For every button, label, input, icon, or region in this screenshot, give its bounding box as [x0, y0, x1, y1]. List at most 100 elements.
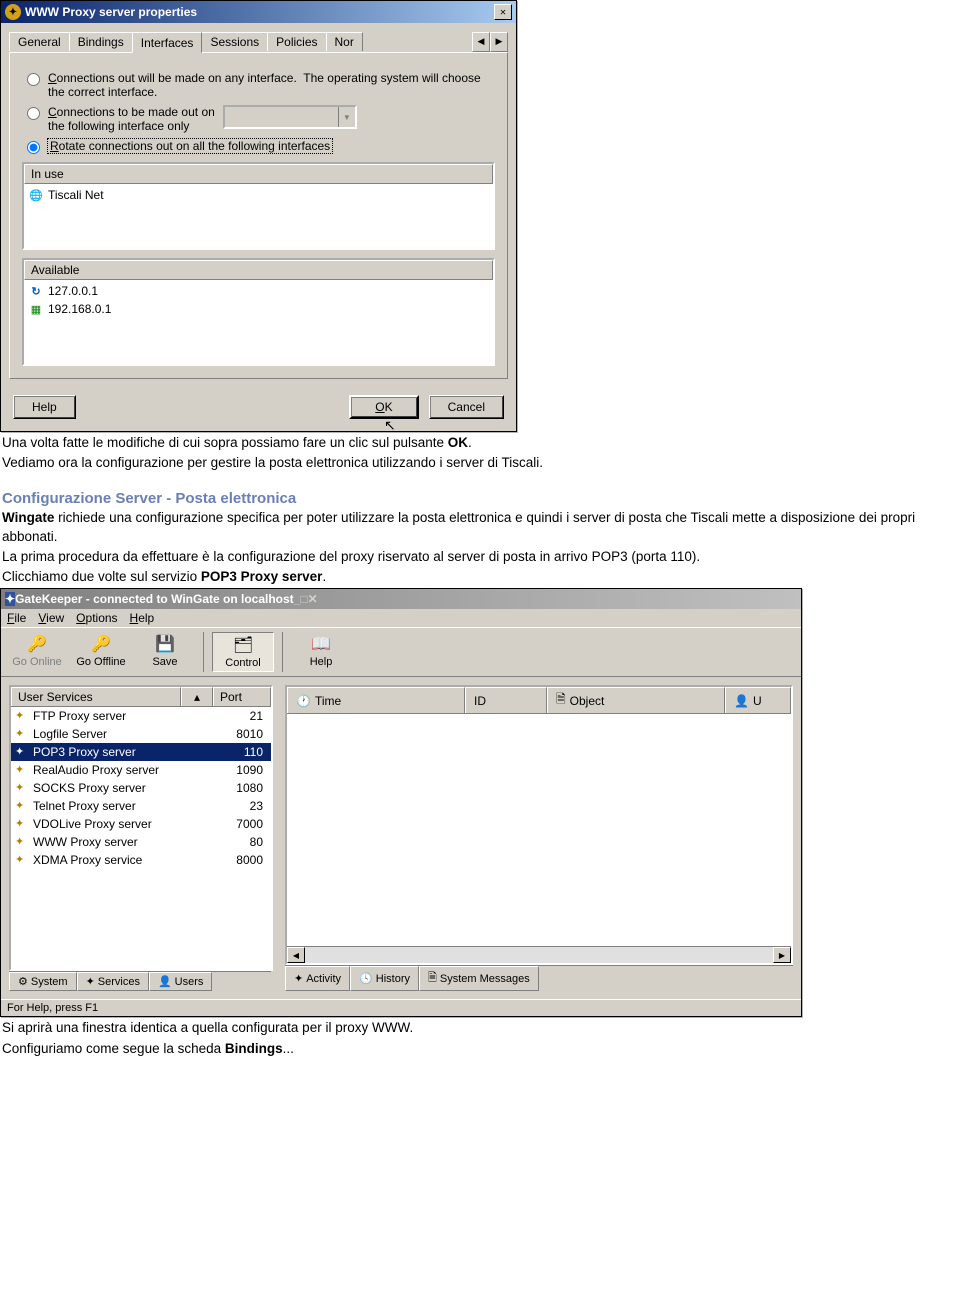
paragraph: Vediamo ora la configurazione per gestir… [2, 454, 958, 472]
radio-any-interface-input[interactable] [27, 73, 40, 86]
go-online-button[interactable]: 🔑 Go Online [7, 632, 67, 672]
tab-services[interactable]: ✦Services [77, 972, 149, 991]
service-row[interactable]: ✦ WWW Proxy server80 [11, 833, 271, 851]
paragraph: La prima procedura da effettuare è la co… [2, 548, 958, 566]
tab-policies[interactable]: Policies [267, 32, 326, 51]
right-bottom-tabs: ✦Activity 🕓History 🗎System Messages [285, 965, 793, 991]
help-button[interactable]: Help [13, 395, 76, 419]
service-port: 80 [219, 835, 267, 849]
go-offline-button[interactable]: 🔑 Go Offline [71, 632, 131, 672]
list-item[interactable]: ▦ 192.168.0.1 [26, 300, 491, 318]
service-row[interactable]: ✦RealAudio Proxy server1090 [11, 761, 271, 779]
app-icon: ✦ [5, 592, 15, 606]
service-icon: ✦ [15, 781, 29, 795]
scroll-left-icon[interactable]: ◀ [287, 947, 305, 963]
col-time[interactable]: 🕐Time [287, 687, 465, 713]
section-heading: Configurazione Server - Posta elettronic… [2, 490, 958, 507]
key-red-icon: 🔑 [91, 634, 111, 654]
dialog-buttons: Help OK↖ Cancel [1, 387, 516, 431]
service-port: 7000 [219, 817, 267, 831]
ok-button[interactable]: OK↖ [349, 395, 418, 419]
scroll-right-icon[interactable]: ▶ [773, 947, 791, 963]
key-icon: 🔑 [27, 634, 47, 654]
tab-interfaces[interactable]: Interfaces [132, 32, 203, 53]
service-row[interactable]: ✦XDMA Proxy service8000 [11, 851, 271, 869]
horizontal-scrollbar[interactable]: ◀ ▶ [287, 946, 791, 963]
col-id[interactable]: ID [465, 687, 547, 713]
service-name: WWW Proxy server [33, 835, 219, 849]
doc-icon: 🗎 [428, 969, 437, 988]
service-icon: ✦ [15, 817, 29, 831]
service-name: Logfile Server [33, 727, 219, 741]
service-row[interactable]: ✦Logfile Server8010 [11, 725, 271, 743]
tab-sessions[interactable]: Sessions [201, 32, 268, 51]
globe-icon: 🌐 [28, 187, 44, 203]
col-user[interactable]: 👤U [725, 687, 791, 713]
radio-rotate-interfaces-input[interactable] [27, 141, 40, 154]
left-bottom-tabs: ⚙System ✦Services 👤Users [9, 971, 271, 991]
chevron-down-icon[interactable]: ▼ [338, 107, 355, 127]
radio-single-interface-input[interactable] [27, 107, 40, 120]
service-icon: ✦ [15, 835, 29, 849]
control-button[interactable]: 🗂 Control [212, 632, 274, 672]
service-port: 8010 [219, 727, 267, 741]
tab-system[interactable]: ⚙System [9, 972, 77, 991]
close-icon[interactable]: ✕ [494, 4, 512, 20]
service-row[interactable]: ✦POP3 Proxy server110 [11, 743, 271, 761]
single-interface-dropdown[interactable]: ▼ [223, 105, 357, 129]
radio-rotate-interfaces-label: Rotate connections out on all the follow… [48, 139, 332, 153]
menubar: File View Options Help [1, 609, 801, 627]
col-object[interactable]: 🗎Object [547, 687, 725, 713]
tab-bindings[interactable]: Bindings [69, 32, 133, 51]
tab-users[interactable]: 👤Users [149, 972, 212, 991]
list-item-label: Tiscali Net [48, 188, 104, 202]
menu-options[interactable]: Options [76, 611, 117, 625]
inuse-listbox[interactable]: In use 🌐 Tiscali Net [22, 162, 495, 250]
maximize-icon[interactable]: □ [300, 592, 307, 606]
paragraph: Configuriamo come segue la scheda Bindin… [2, 1040, 958, 1058]
radio-any-interface[interactable]: CConnections out will be made on any int… [22, 71, 495, 99]
services-listview[interactable]: User Services ▴ Port ✦FTP Proxy server21… [9, 685, 273, 971]
cancel-button[interactable]: Cancel [429, 395, 504, 419]
control-icon: 🗂 [233, 635, 253, 655]
radio-single-interface[interactable]: Connections to be made out onthe followi… [22, 105, 495, 133]
tab-scroll-left-icon[interactable]: ◀ [472, 32, 490, 52]
service-port: 110 [219, 745, 267, 759]
col-port[interactable]: Port [213, 687, 271, 706]
tab-more[interactable]: Nor [326, 32, 363, 51]
services-icon: ✦ [86, 975, 95, 988]
col-user-services[interactable]: User Services [11, 687, 181, 706]
radio-rotate-interfaces[interactable]: Rotate connections out on all the follow… [22, 139, 495, 154]
floppy-icon: 💾 [155, 634, 175, 654]
paragraph: Si aprirà una finestra identica a quella… [2, 1019, 958, 1037]
service-name: SOCKS Proxy server [33, 781, 219, 795]
menu-help[interactable]: Help [130, 611, 155, 625]
paragraph: Wingate richiede una configurazione spec… [2, 509, 958, 545]
tab-scroll-right-icon[interactable]: ▶ [490, 32, 508, 52]
minimize-icon[interactable]: _ [294, 592, 301, 606]
tab-general[interactable]: General [9, 32, 70, 51]
service-port: 23 [219, 799, 267, 813]
paragraph: Una volta fatte le modifiche di cui sopr… [2, 434, 958, 452]
activity-listview[interactable]: 🕐Time ID 🗎Object 👤U ◀ ▶ [285, 685, 793, 965]
menu-view[interactable]: View [38, 611, 64, 625]
service-row[interactable]: ✦Telnet Proxy server23 [11, 797, 271, 815]
titlebar: ✦ GateKeeper - connected to WinGate on l… [1, 589, 801, 609]
tab-history[interactable]: 🕓History [350, 966, 419, 991]
service-row[interactable]: ✦VDOLive Proxy server7000 [11, 815, 271, 833]
list-item[interactable]: ↻ 127.0.0.1 [26, 282, 491, 300]
list-item-label: 127.0.0.1 [48, 284, 98, 298]
list-item[interactable]: 🌐 Tiscali Net [26, 186, 491, 204]
book-icon: 📖 [311, 634, 331, 654]
menu-file[interactable]: File [7, 611, 26, 625]
save-button[interactable]: 💾 Save [135, 632, 195, 672]
tab-activity[interactable]: ✦Activity [285, 966, 350, 991]
available-listbox[interactable]: Available ↻ 127.0.0.1 ▦ 192.168.0.1 [22, 258, 495, 366]
close-icon[interactable]: ✕ [308, 592, 318, 606]
service-row[interactable]: ✦SOCKS Proxy server1080 [11, 779, 271, 797]
service-row[interactable]: ✦FTP Proxy server21 [11, 707, 271, 725]
help-button[interactable]: 📖 Help [291, 632, 351, 672]
service-icon: ✦ [15, 745, 29, 759]
sort-icon[interactable]: ▴ [181, 687, 213, 706]
tab-system-messages[interactable]: 🗎System Messages [419, 966, 539, 991]
